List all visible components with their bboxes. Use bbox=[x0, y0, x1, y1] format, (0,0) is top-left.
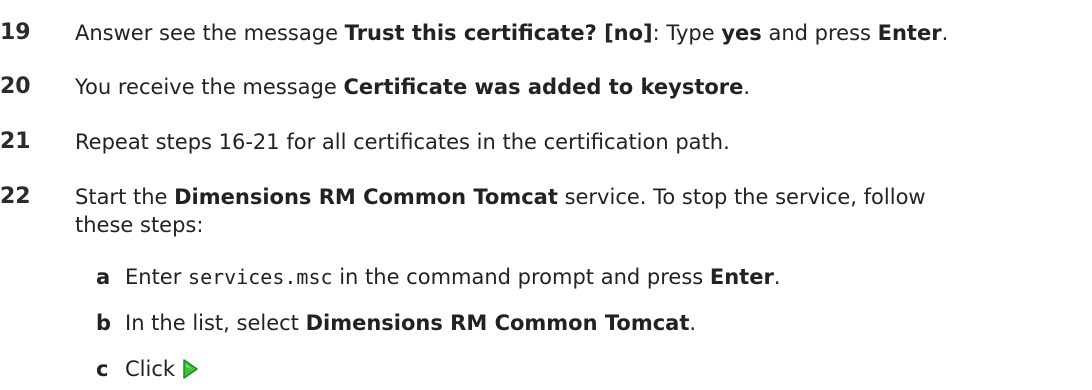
step-number: 19 bbox=[0, 20, 31, 45]
text-run: Click bbox=[125, 357, 176, 381]
step-number: 21 bbox=[0, 129, 31, 154]
step-number: 20 bbox=[0, 74, 31, 99]
step-text: Answer see the message Trust this certif… bbox=[75, 19, 948, 47]
text-run: . bbox=[689, 311, 697, 335]
text-run: and press bbox=[761, 21, 878, 45]
text-run: Answer see the message bbox=[75, 21, 345, 45]
bold-message: Trust this certificate? [no] bbox=[344, 21, 653, 45]
step-text: Repeat steps 16-21 for all certificates … bbox=[75, 130, 730, 154]
bold-key: Enter bbox=[877, 21, 942, 45]
bold-key: Enter bbox=[709, 265, 774, 289]
substep-letter: a bbox=[96, 265, 111, 289]
substep-text: In the list, select Dimensions RM Common… bbox=[125, 309, 696, 337]
step-number: 22 bbox=[0, 184, 31, 209]
text-run: You receive the message bbox=[75, 75, 344, 99]
text-run: in the command prompt and press bbox=[332, 265, 710, 289]
substep-text: Click bbox=[125, 355, 199, 383]
text-run: . bbox=[773, 265, 781, 289]
bold-service-name: Dimensions RM Common Tomcat bbox=[305, 311, 690, 335]
substep-text: Enter services.msc in the command prompt… bbox=[125, 263, 781, 291]
text-run: service. To stop the service, follow bbox=[557, 185, 926, 209]
bold-service-name: Dimensions RM Common Tomcat bbox=[174, 185, 558, 209]
bold-input: yes bbox=[721, 21, 762, 45]
command-code: services.msc bbox=[188, 265, 333, 289]
text-run: In the list, select bbox=[125, 311, 306, 335]
text-run: . bbox=[941, 21, 949, 45]
step-text: You receive the message Certificate was … bbox=[75, 73, 750, 101]
step-text-line2: these steps: bbox=[75, 213, 204, 237]
step-text: Start the Dimensions RM Common Tomcat se… bbox=[75, 183, 926, 211]
text-run: Enter bbox=[125, 265, 189, 289]
text-run: : Type bbox=[652, 21, 722, 45]
text-run: . bbox=[743, 75, 751, 99]
green-play-icon bbox=[181, 358, 199, 380]
text-run: Start the bbox=[75, 185, 175, 209]
bold-message: Certificate was added to keystore bbox=[343, 75, 744, 99]
substep-letter: c bbox=[96, 357, 109, 381]
substep-letter: b bbox=[96, 311, 112, 335]
